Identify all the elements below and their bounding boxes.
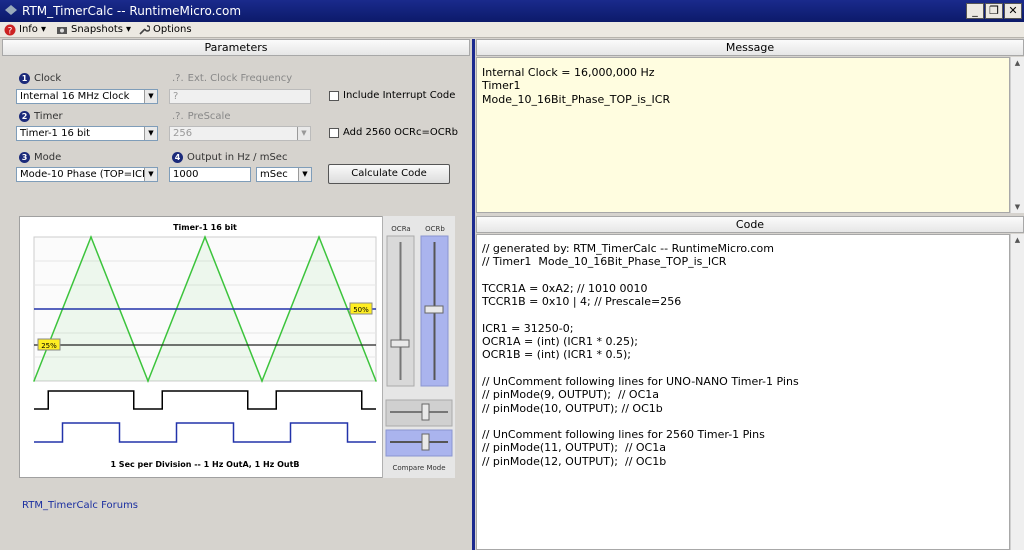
minimize-button[interactable]: _ — [966, 3, 984, 19]
code-scrollbar[interactable]: ▲ — [1010, 234, 1024, 550]
restore-button[interactable]: ❐ — [985, 3, 1003, 19]
triangle-point — [90, 236, 92, 238]
output-label: 4 Output in Hz / mSec — [172, 152, 287, 163]
ocrb-slider-thumb[interactable] — [424, 305, 444, 314]
triangle-point — [261, 380, 263, 382]
question-icon: ? — [4, 24, 16, 36]
window-title: RTM_TimerCalc -- RuntimeMicro.com — [22, 4, 242, 18]
output-input[interactable]: 1000 — [169, 167, 251, 182]
app-icon — [5, 5, 17, 15]
ocra-label: OCRa — [391, 225, 410, 233]
ocrb-label: OCRb — [425, 225, 445, 233]
chevron-down-icon: ▼ — [144, 168, 157, 181]
parameters-header: Parameters — [2, 39, 470, 56]
triangle-point — [33, 380, 35, 382]
clock-select[interactable]: Internal 16 MHz Clock ▼ — [16, 89, 158, 104]
camera-icon — [57, 27, 67, 34]
code-line: TCCR1B = 0x10 | 4; // Prescale=256 — [482, 295, 682, 309]
ext-clock-label: .?. Ext. Clock Frequency — [172, 73, 293, 84]
menu-bar: ? Info ▾ Snapshots ▾ Options — [0, 22, 1024, 38]
compare-mode-label: Compare Mode — [392, 464, 445, 472]
chevron-down-icon: ▼ — [144, 90, 157, 103]
code-text: // generated by: RTM_TimerCalc -- Runtim… — [482, 242, 799, 468]
triangle-point — [375, 380, 377, 382]
code-line: OCR1A = (int) (ICR1 * 0.25); — [482, 335, 638, 349]
close-button[interactable]: ✕ — [1004, 3, 1022, 19]
output-a-wave — [34, 390, 376, 410]
message-text: Internal Clock = 16,000,000 Hz Timer1 Mode… — [482, 66, 670, 106]
panel-divider[interactable] — [472, 39, 475, 550]
svg-text:?: ? — [8, 27, 13, 37]
compare-a-thumb[interactable] — [421, 403, 430, 421]
wrench-icon — [139, 25, 150, 35]
triangle-point — [318, 236, 320, 238]
code-line: // pinMode(10, OUTPUT); // OC1b — [482, 401, 663, 415]
scroll-up-icon[interactable]: ▲ — [1011, 57, 1024, 69]
code-line: ICR1 = 31250-0; — [482, 321, 574, 335]
code-line: // Timer1 Mode_10_16Bit_Phase_TOP_is_ICR — [482, 255, 727, 269]
include-interrupt-checkbox[interactable]: Include Interrupt Code — [329, 90, 455, 101]
message-line: Mode_10_16Bit_Phase_TOP_is_ICR — [482, 92, 671, 106]
compare-b-thumb[interactable] — [421, 433, 430, 451]
message-header: Message — [476, 39, 1024, 56]
output-b-wave — [34, 422, 376, 443]
code-line: // UnComment following lines for UNO-NAN… — [482, 374, 799, 388]
triangle-point — [147, 380, 149, 382]
chevron-down-icon: ▼ — [144, 127, 157, 140]
ocr-sliders: OCRa OCRb Compare Mode — [385, 225, 453, 472]
code-panel: // generated by: RTM_TimerCalc -- Runtim… — [476, 234, 1010, 550]
chevron-down-icon: ▼ — [297, 127, 310, 140]
chart-caption: 1 Sec per Division -- 1 Hz OutA, 1 Hz Ou… — [110, 460, 299, 469]
marker-50-label: 50% — [353, 306, 369, 314]
timer-select[interactable]: Timer-1 16 bit ▼ — [16, 126, 158, 141]
add-2560-checkbox[interactable]: Add 2560 OCRc=OCRb — [329, 127, 458, 138]
ocra-slider-thumb[interactable] — [390, 339, 410, 348]
scroll-down-icon[interactable]: ▼ — [1011, 201, 1024, 213]
timer-label: 2 Timer — [19, 111, 63, 122]
prescale-select[interactable]: 256 ▼ — [169, 126, 311, 141]
message-line: Timer1 — [482, 79, 521, 93]
prescale-label: .?. PreScale — [172, 111, 231, 122]
mode-label: 3 Mode — [19, 152, 61, 163]
marker-25-label: 25% — [41, 342, 57, 350]
forums-link[interactable]: RTM_TimerCalc Forums — [22, 500, 138, 511]
clock-label: 1 Clock — [19, 73, 61, 84]
mode-select[interactable]: Mode-10 Phase (TOP=ICR) ▼ — [16, 167, 158, 182]
menu-info[interactable]: ? Info ▾ — [4, 23, 46, 37]
title-bar: RTM_TimerCalc -- RuntimeMicro.com _ ❐ ✕ — [0, 0, 1024, 22]
scroll-up-icon[interactable]: ▲ — [1011, 234, 1024, 246]
menu-snapshots[interactable]: Snapshots ▾ — [56, 23, 131, 37]
output-unit-select[interactable]: mSec ▼ — [256, 167, 312, 182]
code-header: Code — [476, 216, 1024, 233]
code-line: TCCR1A = 0xA2; // 1010 0010 — [482, 281, 648, 295]
message-scrollbar[interactable]: ▲ ▼ — [1010, 57, 1024, 213]
code-line: // pinMode(12, OUTPUT); // OC1b — [482, 454, 667, 468]
chart-title: Timer-1 16 bit — [173, 223, 237, 232]
message-line: Internal Clock = 16,000,000 Hz — [482, 66, 655, 79]
calculate-code-button[interactable]: Calculate Code — [328, 164, 450, 184]
message-panel: Internal Clock = 16,000,000 Hz Timer1 Mode… — [476, 57, 1010, 213]
menu-options[interactable]: Options — [138, 23, 192, 37]
code-line: // pinMode(9, OUTPUT); // OC1a — [482, 388, 659, 402]
code-line: // UnComment following lines for 2560 Ti… — [482, 428, 765, 442]
code-line: OCR1B = (int) (ICR1 * 0.5); — [482, 348, 631, 362]
code-line: // pinMode(11, OUTPUT); // OC1a — [482, 441, 666, 455]
ext-clock-input[interactable]: ? — [169, 89, 311, 104]
ocr-controls: OCRa OCRb Compare Mode — [382, 216, 455, 478]
chevron-down-icon: ▼ — [298, 168, 311, 181]
triangle-point — [204, 236, 206, 238]
timer-chart-plot: Timer-1 16 bit 50% 25% 1 Sec per Division -… — [33, 223, 377, 469]
code-line: // generated by: RTM_TimerCalc -- Runtim… — [482, 242, 774, 255]
